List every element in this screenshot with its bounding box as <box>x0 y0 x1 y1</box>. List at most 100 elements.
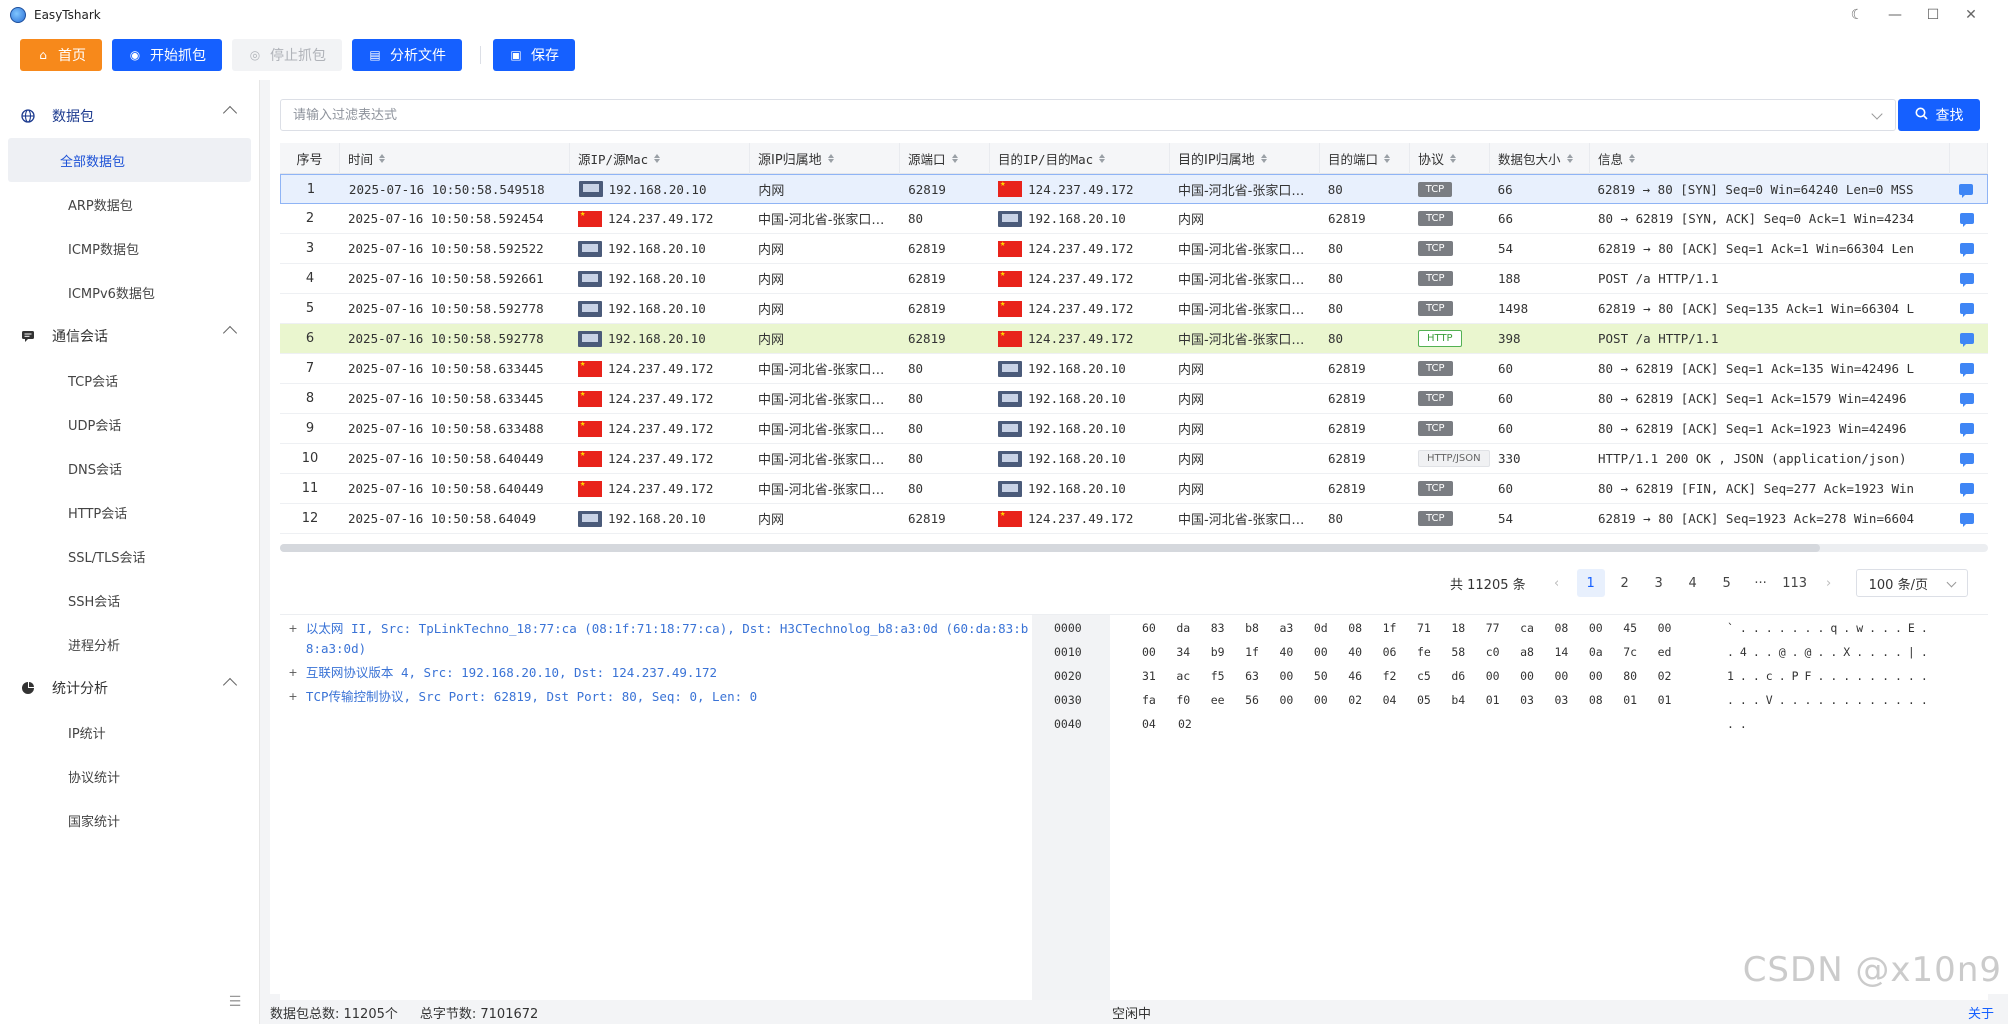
column-header[interactable]: 目的端口 <box>1320 143 1410 174</box>
message-icon[interactable] <box>1960 243 1974 257</box>
tree-node[interactable]: + TCP传输控制协议, Src Port: 62819, Dst Port: 8… <box>280 687 1032 707</box>
table-row[interactable]: 7 2025-07-16 10:50:58.633445 124.237.49.17… <box>280 354 1988 384</box>
hex-byte[interactable]: f2 <box>1383 665 1417 687</box>
sidebar-item-country-stats[interactable]: 国家统计 <box>8 798 251 842</box>
hex-byte[interactable]: 00 <box>1520 665 1554 687</box>
hex-byte[interactable]: a3 <box>1280 617 1314 639</box>
stop-capture-button[interactable]: ◎ 停止抓包 <box>232 39 342 71</box>
table-row[interactable]: 11 2025-07-16 10:50:58.640449 124.237.49.1… <box>280 474 1988 504</box>
minimize-icon[interactable]: — <box>1876 7 1914 23</box>
hex-byte[interactable]: 40 <box>1280 641 1314 663</box>
hex-byte[interactable]: 14 <box>1555 641 1589 663</box>
hex-byte[interactable]: 02 <box>1178 713 1214 735</box>
hex-byte[interactable]: 04 <box>1142 713 1178 735</box>
table-row[interactable]: 3 2025-07-16 10:50:58.592522 192.168.20.10… <box>280 234 1988 264</box>
sort-icon[interactable] <box>1384 153 1391 163</box>
horizontal-scrollbar[interactable] <box>280 544 1988 552</box>
hex-byte[interactable]: a8 <box>1520 641 1554 663</box>
page-2[interactable]: 2 <box>1608 569 1642 597</box>
hex-byte[interactable]: 0a <box>1589 641 1623 663</box>
hex-byte[interactable]: 08 <box>1348 617 1382 639</box>
page-last[interactable]: 113 <box>1778 569 1812 597</box>
sort-icon[interactable] <box>827 153 834 163</box>
sidebar-group-sessions[interactable]: 通信会话 <box>0 314 259 358</box>
table-row[interactable]: 1 2025-07-16 10:50:58.549518 192.168.20.10… <box>280 174 1988 204</box>
hex-byte[interactable]: 58 <box>1451 641 1485 663</box>
hex-byte[interactable]: 00 <box>1314 689 1348 711</box>
hex-byte[interactable]: 77 <box>1486 617 1520 639</box>
sort-icon[interactable] <box>1450 153 1457 163</box>
hex-byte[interactable]: 00 <box>1486 665 1520 687</box>
sidebar-group-stats[interactable]: 统计分析 <box>0 666 259 710</box>
hex-byte[interactable]: b8 <box>1245 617 1279 639</box>
scrollbar-thumb[interactable] <box>280 544 1820 552</box>
hex-byte[interactable]: c0 <box>1486 641 1520 663</box>
hex-byte[interactable]: 00 <box>1142 641 1176 663</box>
column-header[interactable]: 源IP/源Mac <box>570 143 750 174</box>
prev-page-icon[interactable]: ‹ <box>1540 569 1574 597</box>
hex-byte[interactable]: ca <box>1520 617 1554 639</box>
sidebar-item-http[interactable]: HTTP会话 <box>8 490 251 534</box>
search-button[interactable]: 查找 <box>1898 99 1980 131</box>
message-icon[interactable] <box>1960 213 1974 227</box>
message-icon[interactable] <box>1960 303 1974 317</box>
page-4[interactable]: 4 <box>1676 569 1710 597</box>
hex-byte[interactable]: b4 <box>1451 689 1485 711</box>
table-row[interactable]: 5 2025-07-16 10:50:58.592778 192.168.20.10… <box>280 294 1988 324</box>
expand-icon[interactable]: + <box>286 619 300 639</box>
next-page-icon[interactable]: › <box>1812 569 1846 597</box>
hex-byte[interactable]: 03 <box>1520 689 1554 711</box>
message-icon[interactable] <box>1960 273 1974 287</box>
column-header[interactable]: 信息 <box>1590 143 1950 174</box>
sort-icon[interactable] <box>1629 153 1636 163</box>
hex-byte[interactable]: 80 <box>1623 665 1657 687</box>
sidebar-item-icmp[interactable]: ICMP数据包 <box>8 226 251 270</box>
maximize-icon[interactable]: ☐ <box>1914 7 1952 23</box>
hex-byte[interactable]: 03 <box>1555 689 1589 711</box>
hex-byte[interactable]: 34 <box>1176 641 1210 663</box>
column-header[interactable]: 目的IP/目的Mac <box>990 143 1170 174</box>
theme-toggle-icon[interactable]: ☾ <box>1838 7 1876 23</box>
hex-byte[interactable]: 01 <box>1658 689 1692 711</box>
sidebar-item-dns[interactable]: DNS会话 <box>8 446 251 490</box>
hex-byte[interactable]: 06 <box>1383 641 1417 663</box>
hex-byte[interactable]: 01 <box>1486 689 1520 711</box>
expand-icon[interactable]: + <box>286 663 300 683</box>
close-icon[interactable]: ✕ <box>1952 7 1990 23</box>
column-header[interactable]: 目的IP归属地 <box>1170 143 1320 174</box>
hex-byte[interactable]: 08 <box>1589 689 1623 711</box>
hex-byte[interactable]: 05 <box>1417 689 1451 711</box>
table-row[interactable]: 8 2025-07-16 10:50:58.633445 124.237.49.17… <box>280 384 1988 414</box>
hex-byte[interactable]: b9 <box>1211 641 1245 663</box>
column-header[interactable]: 源IP归属地 <box>750 143 900 174</box>
column-header[interactable]: 协议 <box>1410 143 1490 174</box>
hex-byte[interactable]: 60 <box>1142 617 1176 639</box>
hex-byte[interactable]: ac <box>1176 665 1210 687</box>
hex-byte[interactable]: 46 <box>1348 665 1382 687</box>
filter-input[interactable] <box>281 100 1895 130</box>
start-capture-button[interactable]: ◉ 开始抓包 <box>112 39 222 71</box>
table-row[interactable]: 10 2025-07-16 10:50:58.640449 124.237.49.1… <box>280 444 1988 474</box>
hex-byte[interactable]: da <box>1176 617 1210 639</box>
hex-byte[interactable]: 31 <box>1142 665 1176 687</box>
hex-byte[interactable]: ed <box>1658 641 1692 663</box>
hex-byte[interactable]: 02 <box>1658 665 1692 687</box>
hex-byte[interactable]: 56 <box>1245 689 1279 711</box>
hex-byte[interactable]: c5 <box>1417 665 1451 687</box>
sidebar-item-protocol-stats[interactable]: 协议统计 <box>8 754 251 798</box>
table-row[interactable]: 4 2025-07-16 10:50:58.592661 192.168.20.10… <box>280 264 1988 294</box>
message-icon[interactable] <box>1960 423 1974 437</box>
home-button[interactable]: ⌂ 首页 <box>20 39 102 71</box>
message-icon[interactable] <box>1960 483 1974 497</box>
sort-icon[interactable] <box>951 153 958 163</box>
hex-byte[interactable]: 04 <box>1383 689 1417 711</box>
column-header[interactable]: 序号 <box>280 143 340 174</box>
table-row[interactable]: 9 2025-07-16 10:50:58.633488 124.237.49.17… <box>280 414 1988 444</box>
message-icon[interactable] <box>1959 183 1974 198</box>
message-icon[interactable] <box>1960 393 1974 407</box>
hex-byte[interactable]: f0 <box>1176 689 1210 711</box>
page-1[interactable]: 1 <box>1576 569 1605 597</box>
hex-byte[interactable]: fa <box>1142 689 1176 711</box>
sidebar-item-all-packets[interactable]: 全部数据包 <box>8 138 251 182</box>
message-icon[interactable] <box>1960 333 1974 347</box>
